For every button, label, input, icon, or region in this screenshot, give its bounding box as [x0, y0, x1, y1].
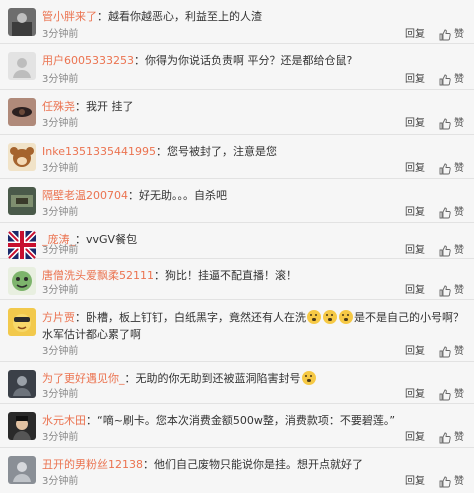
scared-face-emoji — [323, 310, 337, 324]
like-button[interactable]: 赞 — [439, 207, 464, 219]
reply-button[interactable]: 回复 — [405, 29, 425, 41]
comment-time: 3分钟前 — [42, 207, 79, 218]
avatar[interactable] — [8, 267, 36, 295]
comment-username[interactable]: 方片贾 — [42, 311, 75, 324]
comment-item: Inke1351335441995：您号被封了，注意是您 3分钟前 回复 赞 — [0, 135, 474, 179]
avatar[interactable] — [8, 52, 36, 80]
avatar[interactable] — [8, 456, 36, 484]
avatar[interactable] — [8, 143, 36, 171]
comment-time: 3分钟前 — [42, 285, 79, 296]
comment-time: 3分钟前 — [42, 476, 79, 487]
reply-button[interactable]: 回复 — [405, 389, 425, 401]
comment-username[interactable]: 任殊尧 — [42, 100, 75, 113]
comment-username[interactable]: Inke1351335441995 — [42, 145, 156, 158]
comment-username[interactable]: 唐僧洗头爱飘柔52111 — [42, 269, 154, 282]
comment-time: 3分钟前 — [42, 432, 79, 443]
comment-time: 3分钟前 — [42, 163, 79, 174]
comment-time: 3分钟前 — [42, 245, 79, 256]
comment-time: 3分钟前 — [42, 74, 79, 85]
reply-button[interactable]: 回复 — [405, 245, 425, 257]
comment-item: 隔壁老温200704：好无助。。。自杀吧 3分钟前 回复 赞 — [0, 179, 474, 223]
comment-time: 3分钟前 — [42, 389, 79, 400]
comment-item: 丑开的男粉丝12138：他们自己废物只能说你是挂。想开点就好了 3分钟前 回复 … — [0, 448, 474, 493]
reply-button[interactable]: 回复 — [405, 163, 425, 175]
scared-face-emoji — [339, 310, 353, 324]
thumbs-up-icon — [439, 285, 451, 297]
reply-button[interactable]: 回复 — [405, 432, 425, 444]
comment-item: 为了更好遇见你_：无助的你无助到还被蓝洞陷害封号 3分钟前 回复 赞 — [0, 362, 474, 404]
like-button[interactable]: 赞 — [439, 389, 464, 401]
comment-item: _庞涛_：vvGV餐包 3分钟前 回复 赞 — [0, 223, 474, 259]
like-button[interactable]: 赞 — [439, 346, 464, 358]
reply-button[interactable]: 回复 — [405, 74, 425, 86]
thumbs-up-icon — [439, 476, 451, 488]
reply-button[interactable]: 回复 — [405, 346, 425, 358]
thumbs-up-icon — [439, 29, 451, 41]
comment-time: 3分钟前 — [42, 118, 79, 129]
comment-username[interactable]: 用户6005333253 — [42, 54, 134, 67]
comment-text: 我开 挂了 — [86, 100, 134, 113]
comment-item: 方片贾：卧槽，板上钉钉，白纸黑字，竟然还有人在洗 是不是自己的小号啊？水军估计都心… — [0, 300, 474, 362]
like-button[interactable]: 赞 — [439, 29, 464, 41]
avatar[interactable] — [8, 231, 36, 259]
comment-text: 越看你越恶心，利益至上的人渣 — [108, 10, 262, 23]
comment-time: 3分钟前 — [42, 29, 79, 40]
comment-username[interactable]: 隔壁老温200704 — [42, 189, 128, 202]
thumbs-up-icon — [439, 74, 451, 86]
comment-item: 管小胖来了：越看你越恶心，利益至上的人渣 3分钟前 回复 赞 — [0, 0, 474, 44]
scared-face-emoji — [301, 371, 316, 385]
comment-text: 无助的你无助到还被蓝洞陷害封号 — [135, 372, 301, 385]
comment-text: “嘀~刷卡。您本次消费金额500w整，消费款项：不要碧莲。” — [97, 414, 396, 427]
like-button[interactable]: 赞 — [439, 245, 464, 257]
comment-username[interactable]: 丑开的男粉丝12138 — [42, 458, 143, 471]
comment-text: 你得为你说话负责啊 平分？还是都给仓鼠? — [145, 54, 353, 67]
like-button[interactable]: 赞 — [439, 285, 464, 297]
reply-button[interactable]: 回复 — [405, 207, 425, 219]
reply-button[interactable]: 回复 — [405, 118, 425, 130]
like-button[interactable]: 赞 — [439, 118, 464, 130]
thumbs-up-icon — [439, 207, 451, 219]
like-button[interactable]: 赞 — [439, 476, 464, 488]
reply-button[interactable]: 回复 — [405, 285, 425, 297]
avatar[interactable] — [8, 412, 36, 440]
comment-username[interactable]: 水元木田 — [42, 414, 86, 427]
comment-time: 3分钟前 — [42, 346, 79, 357]
avatar[interactable] — [8, 308, 36, 336]
like-button[interactable]: 赞 — [439, 432, 464, 444]
comment-list: 管小胖来了：越看你越恶心，利益至上的人渣 3分钟前 回复 赞 用户6005333… — [0, 0, 474, 493]
like-button[interactable]: 赞 — [439, 74, 464, 86]
comment-item: 唐僧洗头爱飘柔52111：狗比！挂逼不配直播！滚！ 3分钟前 回复 赞 — [0, 259, 474, 300]
reply-button[interactable]: 回复 — [405, 476, 425, 488]
comment-item: 任殊尧：我开 挂了 3分钟前 回复 赞 — [0, 90, 474, 135]
like-button[interactable]: 赞 — [439, 163, 464, 175]
thumbs-up-icon — [439, 346, 451, 358]
thumbs-up-icon — [439, 245, 451, 257]
comment-username[interactable]: 管小胖来了 — [42, 10, 97, 23]
comment-item: 用户6005333253：你得为你说话负责啊 平分？还是都给仓鼠? 3分钟前 回… — [0, 44, 474, 90]
comment-text: 卧槽，板上钉钉，白纸黑字，竟然还有人在洗 — [86, 311, 306, 324]
comment-text: 好无助。。。自杀吧 — [139, 189, 227, 202]
thumbs-up-icon — [439, 432, 451, 444]
avatar[interactable] — [8, 8, 36, 36]
avatar[interactable] — [8, 187, 36, 215]
thumbs-up-icon — [439, 163, 451, 175]
avatar[interactable] — [8, 98, 36, 126]
comment-text: 他们自己废物只能说你是挂。想开点就好了 — [154, 458, 363, 471]
thumbs-up-icon — [439, 389, 451, 401]
avatar[interactable] — [8, 370, 36, 398]
comment-username[interactable]: 为了更好遇见你_ — [42, 372, 125, 385]
comment-text: vvGV餐包 — [86, 233, 138, 246]
scared-face-emoji — [307, 310, 321, 324]
thumbs-up-icon — [439, 118, 451, 130]
comment-text: 狗比！挂逼不配直播！滚！ — [165, 269, 297, 282]
comment-item: 水元木田：“嘀~刷卡。您本次消费金额500w整，消费款项：不要碧莲。” 3分钟前… — [0, 404, 474, 448]
comment-text: 您号被封了，注意是您 — [166, 145, 277, 158]
